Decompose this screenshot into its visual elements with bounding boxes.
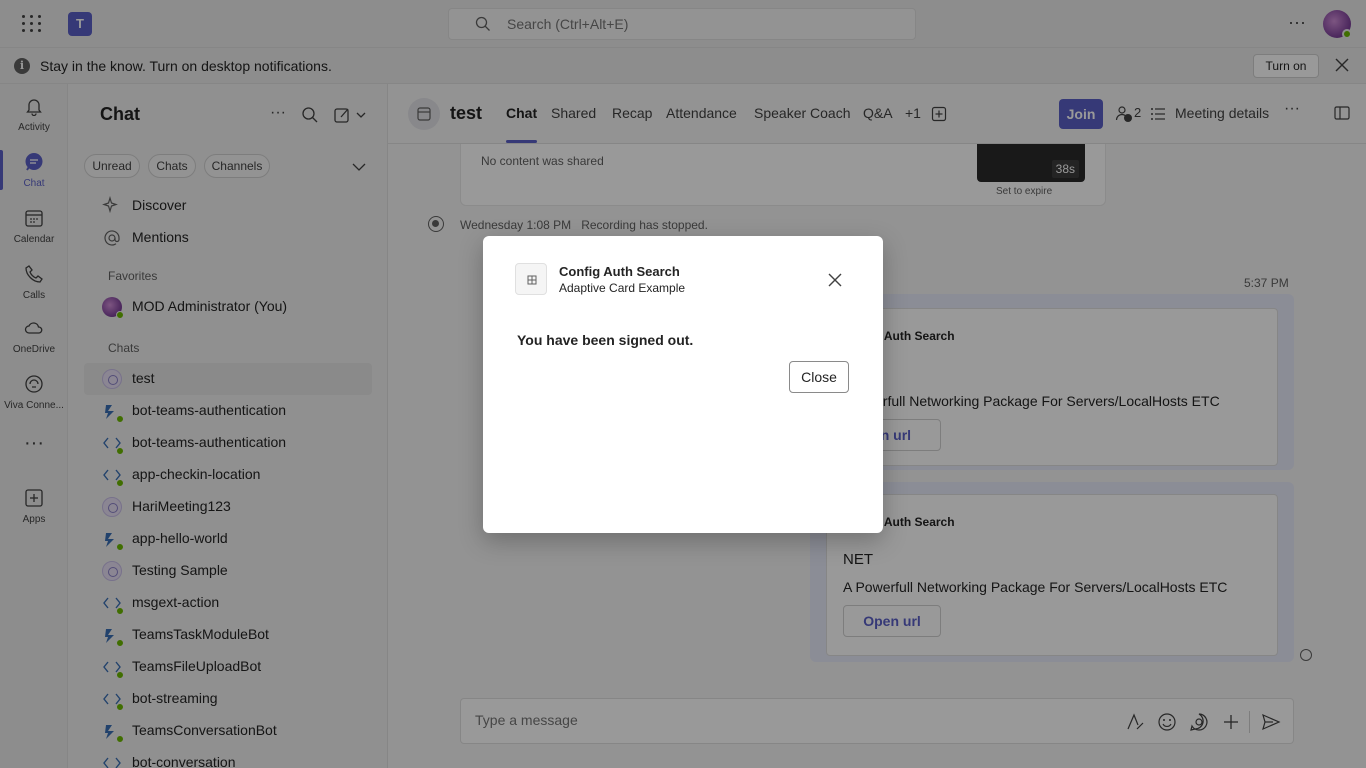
- dialog-app-title: Config Auth Search: [559, 264, 680, 279]
- dialog-message: You have been signed out.: [517, 332, 694, 348]
- signed-out-dialog: Config Auth Search Adaptive Card Example…: [483, 236, 883, 533]
- close-button[interactable]: Close: [789, 361, 849, 393]
- dialog-app-subtitle: Adaptive Card Example: [559, 281, 686, 295]
- app-icon: [515, 263, 547, 295]
- close-icon[interactable]: [826, 271, 844, 289]
